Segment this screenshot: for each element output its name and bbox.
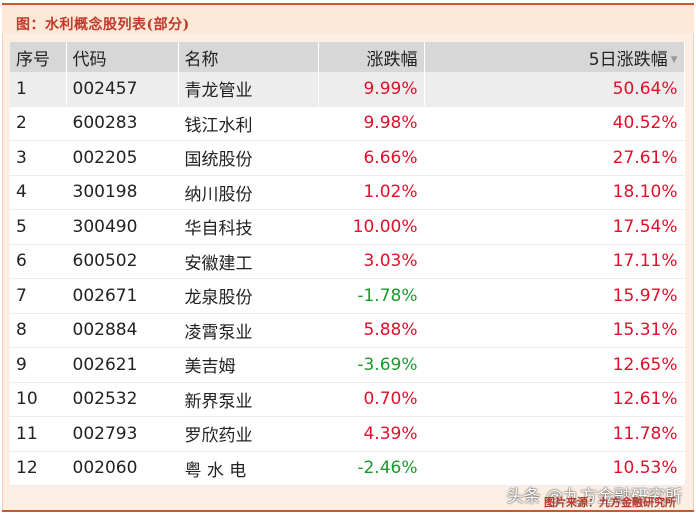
cell-index: 12 [10, 451, 67, 486]
cell-name: 罗欣药业 [178, 416, 319, 452]
cell-change: 9.98% [318, 106, 425, 141]
cell-code: 600283 [66, 106, 179, 141]
cell-name: 纳川股份 [178, 175, 319, 210]
source-caption: 图片来源：九方金融研究所 [544, 496, 676, 509]
cell-index: 8 [10, 313, 67, 348]
cell-name: 青龙管业 [178, 72, 319, 107]
table-row[interactable]: 5 300490 华自科技 10.00% 17.54% [10, 209, 685, 245]
cell-5day-change: 40.52% [424, 106, 685, 141]
header-index[interactable]: 序号 [10, 42, 67, 72]
cell-code: 600502 [66, 244, 179, 279]
cell-change: 1.02% [318, 175, 425, 210]
cell-5day-change: 12.65% [424, 347, 685, 383]
cell-5day-change: 17.54% [424, 209, 685, 245]
cell-name: 华自科技 [178, 209, 319, 245]
cell-index: 2 [10, 106, 67, 141]
cell-change: 0.70% [318, 382, 425, 417]
header-code[interactable]: 代码 [66, 42, 179, 72]
cell-change: 10.00% [318, 209, 425, 245]
header-5day-change[interactable]: 5日涨跌幅 ▼ [424, 42, 685, 72]
header-5day-change-label: 5日涨跌幅 [588, 49, 668, 70]
title-band: 图：水利概念股列表(部分) [2, 5, 694, 34]
table-row[interactable]: 6 600502 安徽建工 3.03% 17.11% [10, 244, 685, 279]
table-row[interactable]: 11 002793 罗欣药业 4.39% 11.78% [10, 416, 685, 452]
figure-title: 图：水利概念股列表(部分) [16, 17, 190, 33]
cell-index: 7 [10, 278, 67, 314]
cell-index: 1 [10, 72, 67, 107]
table-row[interactable]: 1 002457 青龙管业 9.99% 50.64% [10, 72, 685, 107]
table-row[interactable]: 10 002532 新界泵业 0.70% 12.61% [10, 382, 685, 417]
cell-code: 002671 [66, 278, 179, 314]
cell-name: 粤 水 电 [178, 451, 319, 486]
cell-change: 5.88% [318, 313, 425, 348]
cell-name: 安徽建工 [178, 244, 319, 279]
cell-change: 3.03% [318, 244, 425, 279]
cell-name: 龙泉股份 [178, 278, 319, 314]
cell-code: 002457 [66, 72, 179, 107]
cell-code: 002793 [66, 416, 179, 452]
cell-index: 10 [10, 382, 67, 417]
table-row[interactable]: 2 600283 钱江水利 9.98% 40.52% [10, 106, 685, 141]
cell-5day-change: 27.61% [424, 140, 685, 176]
cell-code: 002532 [66, 382, 179, 417]
cell-name: 美吉姆 [178, 347, 319, 383]
stock-table: 序号 代码 名称 涨跌幅 5日涨跌幅 ▼ 1 002457 青龙管业 9.99% 50.6… [10, 42, 685, 486]
cell-change: 6.66% [318, 140, 425, 176]
cell-name: 国统股份 [178, 140, 319, 176]
cell-change: -3.69% [318, 347, 425, 383]
cell-index: 4 [10, 175, 67, 210]
header-change[interactable]: 涨跌幅 [318, 42, 425, 72]
cell-5day-change: 18.10% [424, 175, 685, 210]
table-row[interactable]: 8 002884 凌霄泵业 5.88% 15.31% [10, 313, 685, 348]
table-row[interactable]: 3 002205 国统股份 6.66% 27.61% [10, 140, 685, 176]
table-row[interactable]: 7 002671 龙泉股份 -1.78% 15.97% [10, 278, 685, 314]
sort-descending-icon: ▼ [670, 54, 678, 65]
cell-name: 新界泵业 [178, 382, 319, 417]
table-row[interactable]: 12 002060 粤 水 电 -2.46% 10.53% [10, 451, 685, 486]
cell-name: 凌霄泵业 [178, 313, 319, 348]
cell-code: 002884 [66, 313, 179, 348]
cell-change: 9.99% [318, 72, 425, 107]
table-row[interactable]: 9 002621 美吉姆 -3.69% 12.65% [10, 347, 685, 383]
cell-5day-change: 11.78% [424, 416, 685, 452]
cell-index: 11 [10, 416, 67, 452]
cell-5day-change: 12.61% [424, 382, 685, 417]
cell-index: 3 [10, 140, 67, 176]
cell-5day-change: 17.11% [424, 244, 685, 279]
cell-code: 002060 [66, 451, 179, 486]
cell-index: 6 [10, 244, 67, 279]
header-name[interactable]: 名称 [178, 42, 319, 72]
cell-code: 002621 [66, 347, 179, 383]
cell-name: 钱江水利 [178, 106, 319, 141]
table-header-row: 序号 代码 名称 涨跌幅 5日涨跌幅 ▼ [10, 42, 685, 72]
bottom-rule [2, 510, 694, 512]
cell-code: 300490 [66, 209, 179, 245]
cell-index: 9 [10, 347, 67, 383]
cell-code: 002205 [66, 140, 179, 176]
figure-frame: 图：水利概念股列表(部分) 序号 代码 名称 涨跌幅 5日涨跌幅 ▼ 1 00245… [0, 0, 696, 516]
cell-5day-change: 15.31% [424, 313, 685, 348]
cell-code: 300198 [66, 175, 179, 210]
cell-5day-change: 50.64% [424, 72, 685, 107]
cell-change: -2.46% [318, 451, 425, 486]
cell-5day-change: 15.97% [424, 278, 685, 314]
table-row[interactable]: 4 300198 纳川股份 1.02% 18.10% [10, 175, 685, 210]
cell-index: 5 [10, 209, 67, 245]
cell-change: 4.39% [318, 416, 425, 452]
cell-5day-change: 10.53% [424, 451, 685, 486]
cell-change: -1.78% [318, 278, 425, 314]
